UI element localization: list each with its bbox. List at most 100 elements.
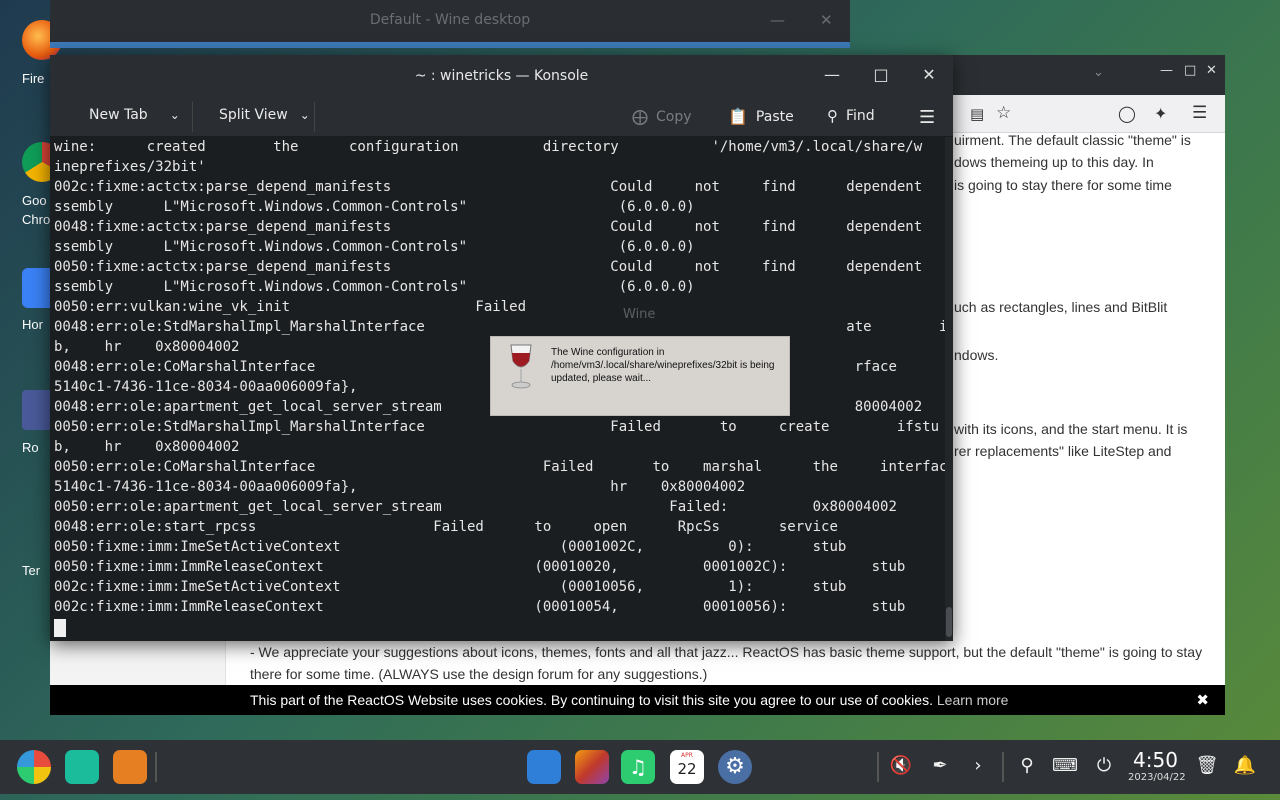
chevron-right-icon[interactable]: › — [965, 753, 991, 779]
clock-date: 2023/04/22 — [1128, 772, 1186, 783]
toolbar-separator — [192, 102, 193, 132]
terminal-line: ssembly L"Microsoft.Windows.Common-Contr… — [54, 239, 695, 255]
app-store-icon[interactable] — [527, 750, 561, 784]
cookie-bar: This part of the ReactOS Website uses co… — [50, 685, 1225, 715]
new-tab-label: New Tab — [89, 107, 148, 123]
find-label: Find — [846, 108, 875, 124]
pocket-icon[interactable]: ◯ — [1118, 104, 1136, 123]
wine-dialog-title: Wine — [623, 307, 656, 322]
split-view-label: Split View — [219, 107, 288, 123]
terminal-line: b, hr 0x80004002 — [54, 439, 240, 455]
trash-icon[interactable]: 🗑 — [1194, 753, 1220, 779]
close-icon[interactable]: ✕ — [919, 65, 939, 84]
terminal-line: 0048:err:ole:start_rpcss Failed to open … — [54, 519, 838, 535]
terminal-line: 0048:err:ole:StdMarshalImpl_MarshalInter… — [54, 319, 945, 335]
maximize-icon[interactable]: □ — [871, 65, 891, 84]
taskbar: ♫ APR 22 ⚙ 🔇 ✒ › ⚲ ⌨ ⏻ 4:50 2023/04/22 🗑… — [0, 740, 1280, 794]
toolbar-separator — [314, 102, 315, 132]
article-text: is going to stay there for some time — [954, 177, 1172, 193]
chevron-down-icon[interactable]: ⌄ — [170, 108, 180, 122]
settings-gear-icon[interactable]: ⚙ — [718, 750, 752, 784]
terminal-line: 002c:fixme:imm:ImmReleaseContext (000100… — [54, 599, 906, 615]
keyboard-icon[interactable]: ⌨ — [1052, 753, 1078, 779]
terminal-line: 5140c1-7436-11ce-8034-00aa006009fa}, hr … — [54, 479, 746, 495]
copy-label: Copy — [656, 108, 692, 125]
pen-icon[interactable]: ✒ — [927, 753, 953, 779]
reader-view-icon[interactable]: ▤ — [970, 105, 984, 123]
find-button[interactable]: ⚲ Find — [827, 107, 875, 125]
chevron-down-icon[interactable]: ⌄ — [300, 108, 310, 122]
paste-button[interactable]: 📋 Paste — [728, 107, 794, 126]
clock-time[interactable]: 4:50 — [1133, 748, 1178, 772]
terminal-line: 0050:fixme:imm:ImeSetActiveContext (0001… — [54, 539, 847, 555]
notification-bell-icon[interactable]: 🔔 — [1232, 753, 1258, 779]
article-text: uch as rectangles, lines and BitBlit — [954, 299, 1168, 315]
new-tab-button[interactable]: New Tab ⌄ — [89, 107, 180, 123]
wine-glass-icon — [510, 344, 532, 389]
calendar-month: APR — [681, 752, 693, 759]
extensions-icon[interactable]: ✦ — [1154, 104, 1167, 123]
copy-button[interactable]: ⨁ Copy — [632, 107, 692, 126]
close-icon[interactable]: ✕ — [820, 11, 833, 29]
wine-dialog-message: The Wine configuration in /home/vm3/.loc… — [551, 347, 775, 384]
terminal-line: 5140c1-7436-11ce-8034-00aa006009fa}, — [54, 379, 358, 395]
app-launcher-icon[interactable] — [17, 750, 51, 784]
menu-icon[interactable]: ☰ — [1192, 103, 1207, 123]
chevron-down-icon[interactable]: ⌄ — [1093, 65, 1104, 80]
hamburger-menu-icon[interactable]: ☰ — [919, 107, 935, 128]
close-icon[interactable]: ✕ — [1206, 63, 1217, 78]
close-icon[interactable]: ✖ — [1196, 691, 1209, 709]
search-icon[interactable]: ⚲ — [1014, 753, 1040, 779]
terminal-line: ineprefixes/32bit' — [54, 159, 206, 175]
terminal-line: 0048:err:ole:apartment_get_local_server_… — [54, 399, 923, 415]
minimize-icon[interactable]: — — [822, 65, 842, 84]
learn-more-link[interactable]: Learn more — [937, 692, 1009, 708]
calendar-icon[interactable]: APR 22 — [670, 750, 704, 784]
wine-desktop-window[interactable]: Default - Wine desktop — ✕ — [50, 0, 850, 48]
terminal-line: 0050:err:vulkan:wine_vk_init Failed — [54, 299, 527, 315]
search-icon: ⚲ — [827, 107, 838, 125]
terminal-line: b, hr 0x80004002 — [54, 339, 240, 355]
task-manager-icon[interactable] — [65, 750, 99, 784]
app-grid-icon[interactable] — [113, 750, 147, 784]
volume-muted-icon[interactable]: 🔇 — [888, 753, 914, 779]
article-text: ndows. — [954, 347, 999, 363]
terminal-line: 0050:err:ole:apartment_get_local_server_… — [54, 499, 897, 515]
article-text: with its icons, and the start menu. It i… — [954, 421, 1188, 437]
wine-update-dialog[interactable]: The Wine configuration in /home/vm3/.loc… — [490, 336, 790, 416]
terminal-line: 0050:err:ole:StdMarshalImpl_MarshalInter… — [54, 419, 940, 435]
taskbar-separator — [155, 752, 157, 782]
article-text: dows themeing up to this day. In — [954, 154, 1154, 170]
konsole-toolbar: New Tab ⌄ Split View ⌄ ⨁ Copy 📋 Paste ⚲ … — [50, 98, 953, 137]
window-title: ~ : winetricks — Konsole — [414, 68, 589, 84]
photos-icon[interactable] — [575, 750, 609, 784]
article-paragraph: - We appreciate your suggestions about i… — [250, 644, 1203, 682]
bookmark-star-icon[interactable]: ☆ — [996, 103, 1011, 123]
wine-desktop-strip — [50, 42, 850, 48]
terminal-line: 0050:fixme:actctx:parse_depend_manifests… — [54, 259, 945, 275]
terminal-line: 002c:fixme:actctx:parse_depend_manifests… — [54, 179, 945, 195]
taskbar-separator — [1002, 752, 1004, 782]
konsole-titlebar: ~ : winetricks — Konsole — □ ✕ — [50, 55, 953, 98]
split-view-button[interactable]: Split View ⌄ — [219, 107, 310, 123]
paste-icon: 📋 — [728, 107, 748, 126]
terminal-scrollbar[interactable] — [945, 137, 953, 641]
power-icon[interactable]: ⏻ — [1091, 753, 1117, 779]
terminal-line: ssembly L"Microsoft.Windows.Common-Contr… — [54, 199, 695, 215]
minimize-icon[interactable]: — — [1160, 63, 1173, 78]
terminal-line: 0050:fixme:imm:ImmReleaseContext (000100… — [54, 559, 906, 575]
taskbar-separator — [877, 752, 879, 782]
cookie-message: This part of the ReactOS Website uses co… — [250, 692, 1009, 708]
copy-icon: ⨁ — [632, 107, 648, 126]
maximize-icon[interactable]: □ — [1184, 63, 1196, 78]
music-icon[interactable]: ♫ — [621, 750, 655, 784]
terminal-line: 0050:err:ole:CoMarshalInterface Failed t… — [54, 459, 945, 475]
minimize-icon[interactable]: — — [770, 11, 785, 29]
article-text: uirment. The default classic "theme" is — [954, 132, 1191, 148]
scrollbar-thumb[interactable] — [946, 607, 952, 637]
terminal-line: ssembly L"Microsoft.Windows.Common-Contr… — [54, 279, 695, 295]
terminal-cursor — [54, 619, 66, 637]
paste-label: Paste — [755, 108, 794, 125]
article-text: rer replacements" like LiteStep and — [954, 443, 1172, 459]
calendar-day: 22 — [677, 760, 697, 778]
